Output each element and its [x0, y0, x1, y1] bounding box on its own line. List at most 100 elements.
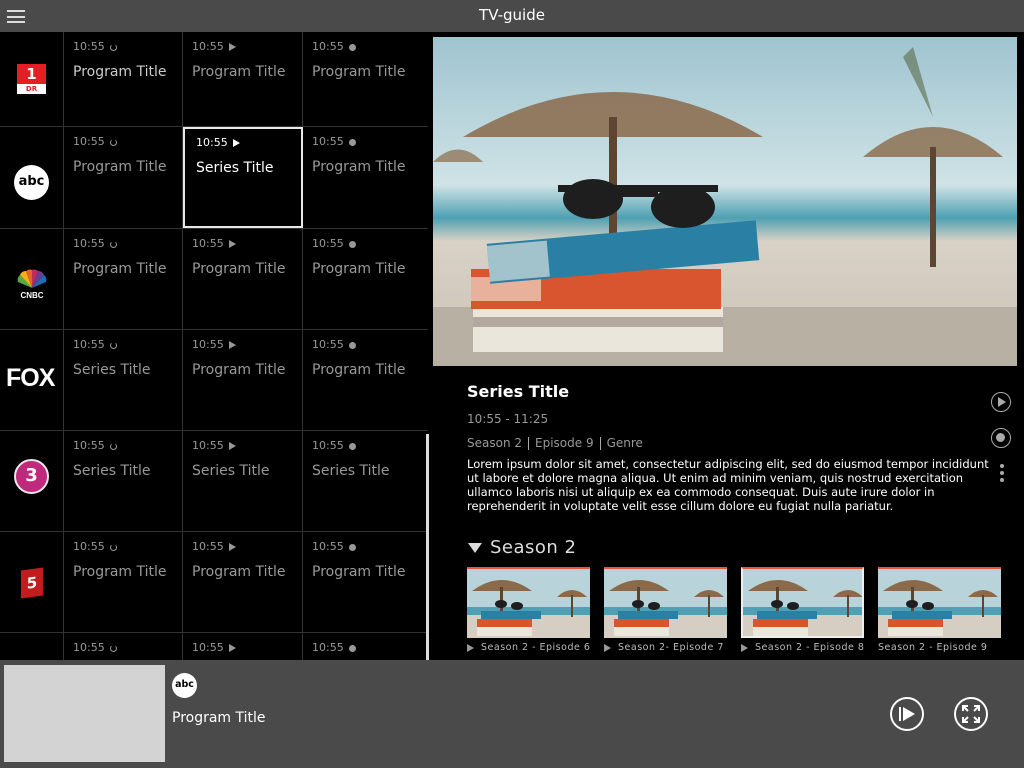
play-icon	[232, 139, 240, 147]
program-time: 10:55	[73, 439, 117, 452]
replay-icon	[109, 341, 117, 349]
episode-label: Season 2 - Episode 6	[481, 642, 591, 653]
episode-label: Episode 9	[535, 436, 594, 450]
play-icon	[228, 442, 236, 450]
program-cell[interactable]: 10:55 Program Title	[303, 32, 428, 126]
program-cell[interactable]: 10:55 Series Title	[183, 127, 303, 228]
season-selector[interactable]: Season 2	[468, 537, 577, 558]
episode-card[interactable]: Season 2 - Episode 9	[878, 567, 1001, 653]
program-title: Program Title	[192, 64, 286, 80]
more-options-icon[interactable]	[1000, 464, 1004, 484]
program-cell[interactable]: 10:55 Program Title	[303, 532, 428, 632]
fullscreen-button[interactable]	[954, 697, 988, 731]
program-title: Program Title	[73, 564, 167, 580]
program-meta: Season 2 Episode 9 Genre	[467, 436, 643, 450]
replay-icon	[109, 644, 117, 652]
time-text: 10:55	[196, 136, 228, 149]
tv-guide-grid[interactable]: 1 DR 10:55 Program Title 10:55 Program Title 1…	[0, 32, 428, 660]
program-detail-panel: Series Title 10:55 - 11:25 Season 2 Episo…	[432, 32, 1024, 660]
replay-icon	[109, 138, 117, 146]
program-cell[interactable]: 10:55 Program Title	[183, 532, 303, 632]
time-text: 10:55	[73, 135, 105, 148]
program-cell[interactable]: 10:55 Program Title	[183, 32, 303, 126]
play-circle-icon[interactable]	[991, 392, 1011, 412]
channel-logo-cell[interactable]: CNBC	[0, 229, 64, 329]
episode-label: Season 2- Episode 7	[618, 642, 724, 653]
program-time: 10:55	[192, 338, 236, 351]
time-text: 10:55	[192, 540, 224, 553]
time-text: 10:55	[73, 338, 105, 351]
program-title: Program Title	[312, 64, 406, 80]
fullscreen-icon	[962, 705, 980, 723]
time-text: 10:55	[192, 338, 224, 351]
program-cell[interactable]: 10:55	[64, 633, 183, 660]
program-time: 10:55	[196, 136, 240, 149]
program-time: 10:55	[73, 641, 117, 654]
channel-row: 3 10:55 Series Title 10:55 Series Title 10:55…	[0, 431, 428, 532]
replay-icon	[109, 240, 117, 248]
program-cell[interactable]: 10:55 Program Title	[183, 229, 303, 329]
time-text: 10:55	[73, 40, 105, 53]
season-label: Season 2	[467, 436, 523, 450]
time-text: 10:55	[73, 540, 105, 553]
channel-logo-cell[interactable]: 5	[0, 532, 64, 632]
channel-logo-cell[interactable]: abc	[0, 127, 64, 228]
program-time: 10:55	[192, 641, 236, 654]
time-text: 10:55	[312, 237, 344, 250]
program-time: 10:55	[192, 237, 236, 250]
program-title: Series Title	[192, 463, 270, 479]
program-cell[interactable]: 10:55 Program Title	[64, 229, 183, 329]
program-title: Program Title	[312, 261, 406, 277]
play-icon	[228, 543, 236, 551]
record-icon[interactable]	[991, 428, 1011, 448]
channel-logo-cell[interactable]: 3	[0, 431, 64, 531]
cnbc-logo-icon: CNBC	[14, 269, 50, 300]
program-cell[interactable]: 10:55 Program Title	[64, 32, 183, 126]
episode-card[interactable]: Season 2 - Episode 6	[467, 567, 590, 653]
svg-text:CNBC: CNBC	[20, 291, 43, 299]
mini-player: abc Program Title	[0, 660, 1024, 768]
program-cell[interactable]: 10:55 Series Title	[303, 431, 428, 531]
program-time: 10:55	[192, 40, 236, 53]
program-cell[interactable]: 10:55 Program Title	[64, 532, 183, 632]
episode-card[interactable]: Season 2 - Episode 8	[741, 567, 864, 653]
program-cell[interactable]: 10:55 Program Title	[183, 330, 303, 430]
channel-row: abc 10:55 Program Title 10:55 Series Title 10…	[0, 127, 428, 229]
program-cell[interactable]: 10:55	[183, 633, 303, 660]
channel-logo-cell[interactable]: FOX	[0, 330, 64, 430]
program-time: 10:55	[312, 540, 356, 553]
play-pause-button[interactable]	[890, 697, 924, 731]
fox-logo-icon: FOX	[6, 364, 55, 392]
guide-scrollbar[interactable]	[426, 434, 429, 660]
tv3-logo-icon: 3	[14, 459, 49, 494]
channel-logo-cell[interactable]	[0, 633, 64, 660]
episode-label-row: Season 2 - Episode 6	[467, 642, 590, 653]
abc-logo-icon: abc	[14, 165, 49, 200]
program-cell[interactable]: 10:55 Series Title	[64, 330, 183, 430]
video-preview[interactable]	[4, 665, 165, 762]
program-title: Program Title	[312, 159, 406, 175]
episode-card[interactable]: Season 2- Episode 7	[604, 567, 727, 653]
now-playing-title: Program Title	[172, 710, 266, 726]
program-title: Program Title	[192, 564, 286, 580]
time-text: 10:55	[192, 40, 224, 53]
top-bar: TV-guide	[0, 0, 1024, 32]
program-cell[interactable]: 10:55 Program Title	[303, 330, 428, 430]
program-cell[interactable]: 10:55 Program Title	[303, 127, 428, 228]
record-dot-icon	[348, 442, 356, 450]
program-cell[interactable]: 10:55 Program Title	[64, 127, 183, 228]
time-text: 10:55	[312, 439, 344, 452]
program-cell[interactable]: 10:55 Series Title	[183, 431, 303, 531]
program-cell[interactable]: 10:55 Program Title	[303, 229, 428, 329]
program-cell[interactable]: 10:55	[303, 633, 428, 660]
airing-time-range: 10:55 - 11:25	[467, 412, 549, 426]
channel-logo-cell[interactable]: 1 DR	[0, 32, 64, 126]
program-time: 10:55	[192, 439, 236, 452]
program-title: Program Title	[312, 564, 406, 580]
time-text: 10:55	[312, 641, 344, 654]
record-dot-icon	[348, 138, 356, 146]
channel-row: FOX 10:55 Series Title 10:55 Program Title 10…	[0, 330, 428, 431]
program-cell[interactable]: 10:55 Series Title	[64, 431, 183, 531]
episode-label-row: Season 2- Episode 7	[604, 642, 727, 653]
episode-label-row: Season 2 - Episode 8	[741, 642, 864, 653]
